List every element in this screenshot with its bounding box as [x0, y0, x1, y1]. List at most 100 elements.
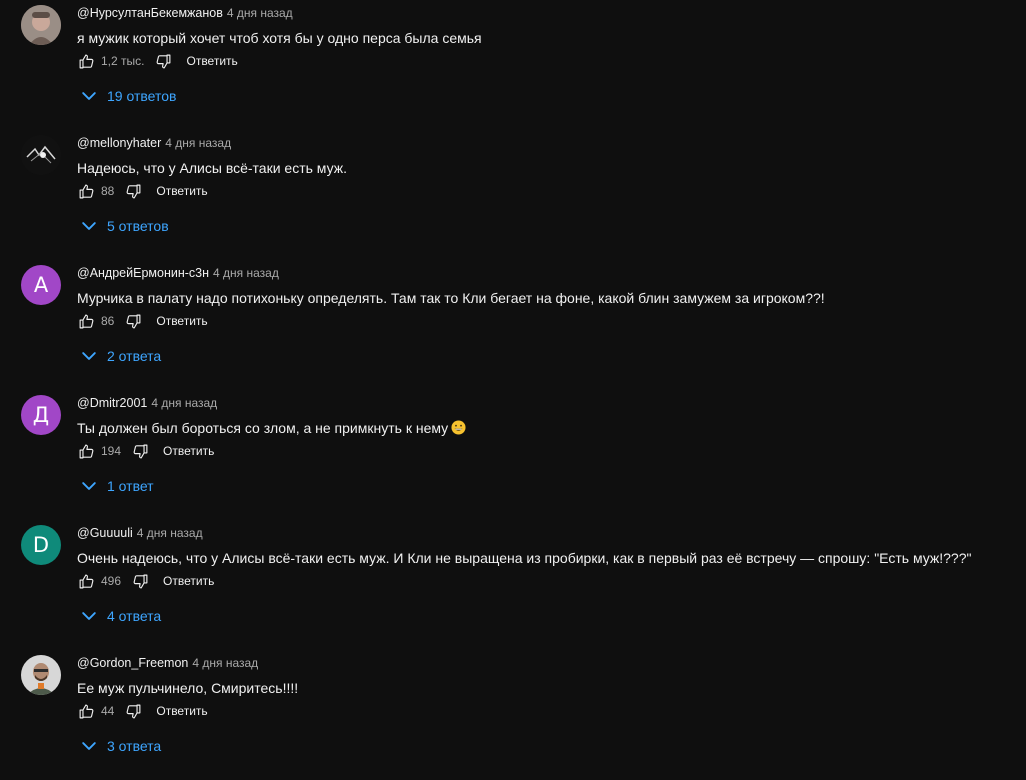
chevron-down-icon — [82, 612, 96, 620]
dislike-button[interactable] — [154, 52, 172, 70]
comment-actions: 88 Ответить — [77, 180, 208, 202]
thumbs-down-icon — [126, 704, 141, 718]
comment-time[interactable]: 4 дня назад — [137, 526, 203, 540]
comment-author[interactable]: @НурсултанБекемжанов — [77, 6, 223, 20]
replies-toggle[interactable]: 2 ответа — [79, 345, 161, 367]
user-photo-icon — [21, 5, 61, 45]
dark-photo-icon — [21, 135, 61, 175]
comment-header: @АндрейЕрмонин-с3н 4 дня назад — [77, 266, 279, 282]
like-button[interactable] — [77, 182, 95, 200]
thumbs-down-icon — [156, 54, 171, 68]
replies-toggle[interactable]: 19 ответов — [79, 85, 176, 107]
thumbs-down-icon — [133, 574, 147, 588]
avatar[interactable] — [21, 655, 61, 695]
reply-button[interactable]: Ответить — [163, 574, 214, 588]
thumbs-up-icon — [79, 574, 93, 588]
comment-author[interactable]: @АндрейЕрмонин-с3н — [77, 266, 209, 280]
thumbs-up-icon — [79, 184, 93, 198]
comment-header: @Dmitr2001 4 дня назад — [77, 396, 217, 412]
thumbs-up-icon — [79, 54, 93, 68]
comment-text-content: Ты должен был бороться со злом, а не при… — [77, 420, 449, 436]
avatar-letter: А — [33, 273, 49, 297]
avatar[interactable]: D — [21, 525, 61, 565]
replies-toggle[interactable]: 4 ответа — [79, 605, 161, 627]
comment-text: Ты должен был бороться со злом, а не при… — [77, 419, 466, 437]
replies-count: 4 ответа — [107, 608, 162, 624]
like-count: 86 — [101, 314, 115, 328]
avatar[interactable] — [21, 5, 61, 45]
comment-time[interactable]: 4 дня назад — [227, 6, 293, 20]
dislike-button[interactable] — [124, 182, 142, 200]
comment-item: @Gordon_Freemon 4 дня назад Ее муж пульч… — [0, 650, 1026, 780]
comment-actions: 1,2 тыс. Ответить — [77, 50, 238, 72]
like-count: 88 — [101, 184, 115, 198]
comment-item: @НурсултанБекемжанов 4 дня назад я мужик… — [0, 0, 1026, 130]
comment-actions: 44 Ответить — [77, 700, 208, 722]
gordon-photo-icon — [21, 655, 61, 695]
comment-text: Ее муж пульчинело, Смиритесь!!!! — [77, 680, 299, 696]
avatar[interactable] — [21, 135, 61, 175]
comment-header: @Guuuuli 4 дня назад — [77, 526, 203, 542]
comment-item: Д @Dmitr2001 4 дня назад Ты должен был б… — [0, 390, 1026, 520]
chevron-down-icon — [82, 92, 96, 100]
thumbs-down-icon — [133, 444, 147, 458]
like-count: 1,2 тыс. — [101, 54, 145, 68]
thumbs-up-icon — [79, 704, 93, 718]
comment-author[interactable]: @Dmitr2001 — [77, 396, 147, 410]
comment-time[interactable]: 4 дня назад — [165, 136, 231, 150]
like-count: 44 — [101, 704, 115, 718]
avatar[interactable]: А — [21, 265, 61, 305]
replies-count: 5 ответов — [107, 218, 169, 234]
comment-item: А @АндрейЕрмонин-с3н 4 дня назад Мурчика… — [0, 260, 1026, 390]
comment-item: D @Guuuuli 4 дня назад Очень надеюсь, чт… — [0, 520, 1026, 650]
thumbs-down-icon — [126, 184, 141, 198]
replies-count: 19 ответов — [107, 88, 177, 104]
avatar-letter: D — [32, 533, 50, 557]
replies-toggle[interactable]: 5 ответов — [79, 215, 169, 237]
comment-header: @mellonyhater 4 дня назад — [77, 136, 231, 152]
avatar-letter: Д — [32, 403, 50, 427]
comment-actions: 496 Ответить — [77, 570, 214, 592]
like-button[interactable] — [77, 312, 95, 330]
chevron-down-icon — [82, 482, 96, 490]
comment-author[interactable]: @Guuuuli — [77, 526, 133, 540]
like-button[interactable] — [77, 442, 95, 460]
comment-author[interactable]: @Gordon_Freemon — [77, 656, 188, 670]
reply-button[interactable]: Ответить — [186, 54, 237, 68]
like-button[interactable] — [77, 702, 95, 720]
comment-time[interactable]: 4 дня назад — [213, 266, 279, 280]
comment-actions: 194 Ответить — [77, 440, 214, 462]
dislike-button[interactable] — [131, 572, 149, 590]
like-count: 496 — [101, 574, 122, 588]
comment-actions: 86 Ответить — [77, 310, 208, 332]
replies-count: 3 ответа — [107, 738, 162, 754]
thumbs-down-icon — [126, 314, 141, 328]
comment-text: Очень надеюсь, что у Алисы всё-таки есть… — [77, 550, 972, 566]
like-button[interactable] — [77, 572, 95, 590]
comment-header: @Gordon_Freemon 4 дня назад — [77, 656, 258, 672]
replies-toggle[interactable]: 1 ответ — [79, 475, 154, 497]
comment-author[interactable]: @mellonyhater — [77, 136, 161, 150]
comment-time[interactable]: 4 дня назад — [151, 396, 217, 410]
replies-toggle[interactable]: 3 ответа — [79, 735, 161, 757]
like-button[interactable] — [77, 52, 95, 70]
chevron-down-icon — [82, 742, 96, 750]
reply-button[interactable]: Ответить — [156, 314, 207, 328]
thumbs-up-icon — [79, 444, 93, 458]
comment-time[interactable]: 4 дня назад — [192, 656, 258, 670]
dislike-button[interactable] — [124, 312, 142, 330]
comment-text: Мурчика в палату надо потихоньку определ… — [77, 290, 825, 306]
dislike-button[interactable] — [124, 702, 142, 720]
thumbs-up-icon — [79, 314, 93, 328]
reply-button[interactable]: Ответить — [156, 704, 207, 718]
dislike-button[interactable] — [131, 442, 149, 460]
comment-text: я мужик который хочет чтоб хотя бы у одн… — [77, 30, 482, 46]
avatar[interactable]: Д — [21, 395, 61, 435]
comment-text: Надеюсь, что у Алисы всё-таки есть муж. — [77, 160, 347, 176]
reply-button[interactable]: Ответить — [156, 184, 207, 198]
chevron-down-icon — [82, 352, 96, 360]
like-count: 194 — [101, 444, 122, 458]
replies-count: 1 ответ — [107, 478, 154, 494]
reply-button[interactable]: Ответить — [163, 444, 214, 458]
chevron-down-icon — [82, 222, 96, 230]
